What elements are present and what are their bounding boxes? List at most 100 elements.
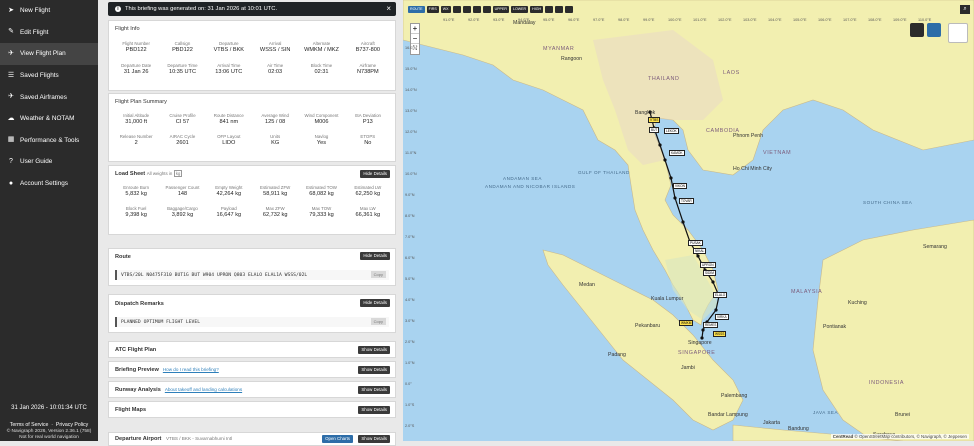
weather-layer-icon[interactable]	[910, 23, 924, 37]
help-icon: ?	[9, 157, 13, 165]
waypoint-marker[interactable]: WMKM	[679, 320, 694, 326]
hide-details-button[interactable]: Hide Details	[360, 252, 390, 260]
map-tool-button[interactable]	[545, 6, 554, 13]
waypoint-marker[interactable]: VIRKA	[715, 314, 729, 320]
layers-panel-icon[interactable]	[927, 23, 941, 37]
map-search-icon[interactable]: ⌕	[960, 5, 970, 14]
map-tool-button[interactable]: ROUTE	[408, 6, 425, 13]
privacy-link[interactable]: Privacy Policy	[56, 422, 88, 428]
sidebar-item-performance-tools[interactable]: ▦ Performance & Tools	[0, 130, 98, 152]
map-tool-button[interactable]: FIRS	[426, 6, 439, 13]
waypoint-marker[interactable]: NIKAL	[693, 248, 707, 254]
copy-button[interactable]: Copy	[370, 318, 386, 325]
waypoint-marker[interactable]: REMES	[703, 322, 719, 328]
show-details-button[interactable]: Show Details	[358, 406, 390, 414]
longitude-label: 109.0°E	[893, 18, 907, 22]
longitude-label: 91.0°E	[443, 18, 455, 22]
show-details-button[interactable]: Show Details	[358, 346, 390, 354]
borneo-landmass	[812, 219, 974, 441]
waypoint-marker[interactable]: VTBS	[648, 117, 661, 123]
show-details-button[interactable]: Show Details	[358, 366, 390, 374]
zoom-out-button[interactable]: −	[411, 34, 419, 44]
cell-value: No	[364, 139, 372, 146]
map-tool-button[interactable]	[555, 6, 564, 13]
sidebar-item-view-flight-plan[interactable]: ✈ View Flight Plan	[0, 43, 98, 65]
country-label: SINGAPORE	[678, 350, 716, 356]
sidebar-item-edit-flight[interactable]: ✎ Edit Flight	[0, 22, 98, 44]
cell-value: P13	[362, 118, 373, 125]
longitude-label: 108.0°E	[868, 18, 882, 22]
latitude-label: 11.0°N	[405, 151, 417, 155]
route-point	[658, 143, 662, 147]
info-cell: Route Distance 841 nm	[206, 113, 252, 126]
layers-icon[interactable]	[948, 23, 968, 43]
sidebar-item-label: Weather & NOTAM	[20, 115, 75, 123]
terms-link[interactable]: Terms of Service	[10, 422, 49, 428]
hide-details-button[interactable]: Hide Details	[360, 299, 390, 307]
waypoint-marker[interactable]: BUT	[649, 127, 660, 133]
copy-button[interactable]: Copy	[370, 271, 386, 278]
route-map[interactable]: ROUTE FIRS WX UPPER LOWER HIGH + − ⛶ ⌕ 16.0°N…	[403, 0, 974, 441]
map-tool-button[interactable]: LOWER	[510, 6, 529, 13]
sidebar-item-account-settings[interactable]: ● Account Settings	[0, 173, 98, 195]
map-tool-button[interactable]	[452, 6, 461, 13]
map-tool-button[interactable]	[482, 6, 491, 13]
sidebar-item-saved-airframes[interactable]: ✈ Saved Airframes	[0, 86, 98, 108]
map-tool-button[interactable]	[472, 6, 481, 13]
waypoint-marker[interactable]: VIKON	[673, 183, 687, 189]
cell-value: 02:31	[314, 68, 329, 75]
info-cell: Empty Weight 42,264 kg	[206, 185, 252, 198]
sidebar-item-user-guide[interactable]: ? User Guide	[0, 151, 98, 173]
card-title: Flight Maps	[115, 407, 146, 413]
calculator-icon: ▦	[7, 136, 15, 144]
map-tool-button[interactable]: HIGH	[530, 6, 544, 13]
longitude-label: 104.0°E	[768, 18, 782, 22]
show-details-button[interactable]: Show Details	[358, 386, 390, 394]
map-tool-button[interactable]: UPPER	[492, 6, 509, 13]
info-cell: Enroute Burn 5,832 kg	[113, 185, 159, 198]
map-canvas	[403, 0, 974, 441]
waypoint-marker[interactable]: PUSAK	[688, 240, 703, 246]
show-details-button[interactable]: Show Details	[358, 435, 390, 443]
route-point	[711, 280, 715, 284]
waypoint-marker[interactable]: SIDIM	[703, 270, 716, 276]
card-title: Route	[115, 254, 131, 260]
map-tool-button[interactable]	[565, 6, 574, 13]
sidebar-item-saved-flights[interactable]: ☰ Saved Flights	[0, 65, 98, 87]
waypoint-marker[interactable]: ELALO	[713, 292, 728, 298]
cell-value: 68,082 kg	[309, 190, 334, 197]
map-tool-button[interactable]	[462, 6, 471, 13]
info-cell: Payload 16,647 kg	[206, 206, 252, 219]
country-label: MALAYSIA	[791, 289, 823, 295]
sidebar-item-weather-notam[interactable]: ☁ Weather & NOTAM	[0, 108, 98, 130]
sidebar-item-new-flight[interactable]: ➤ New Flight	[0, 0, 98, 22]
city-label: Singapore	[688, 340, 712, 346]
card-title: Briefing Preview How do I read this brief…	[115, 367, 219, 373]
help-link[interactable]: How do I read this briefing?	[163, 367, 219, 372]
sidebar-item-label: New Flight	[20, 7, 51, 15]
info-cell: ISA Deviation P13	[345, 113, 391, 126]
cell-value: 58,911 kg	[263, 190, 288, 197]
waypoint-marker[interactable]: LEKOK	[664, 128, 679, 134]
close-icon[interactable]: ×	[386, 4, 391, 13]
cell-value: N738PM	[356, 68, 379, 75]
open-charts-button[interactable]: Open Charts	[322, 435, 353, 443]
waypoint-marker[interactable]: KAMOK	[669, 150, 685, 156]
waypoint-marker[interactable]: WSSS	[713, 331, 727, 337]
help-link[interactable]: About takeoff and landing calculations	[165, 387, 242, 392]
collapsed-section: ATC Flight Plan Show Details	[108, 341, 396, 358]
latitude-label: 3.0°N	[405, 319, 415, 323]
map-tool-button[interactable]: WX	[440, 6, 451, 13]
waypoint-marker[interactable]: UPRON	[700, 262, 716, 268]
route-point	[673, 196, 677, 200]
dispatch-card: Dispatch Remarks Hide Details PLANNED OP…	[108, 294, 396, 333]
list-icon: ☰	[7, 71, 15, 79]
cell-value: PBD122	[172, 46, 193, 53]
zoom-in-button[interactable]: +	[411, 24, 419, 34]
hide-details-button[interactable]: Hide Details	[360, 170, 390, 178]
country-label: THAILAND	[648, 76, 680, 82]
unit-badge[interactable]: kg	[173, 170, 183, 177]
waypoint-marker[interactable]: TOVAR	[679, 198, 694, 204]
latitude-label: 5.0°N	[405, 277, 415, 281]
sidebar-item-label: View Flight Plan	[20, 50, 66, 58]
